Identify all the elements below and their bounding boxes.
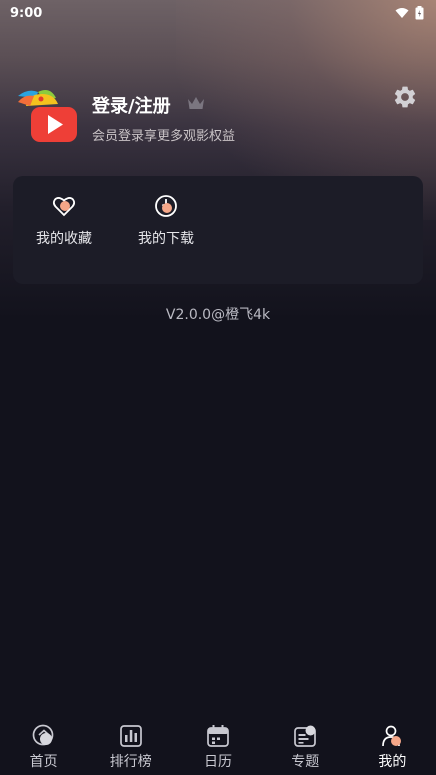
chart-icon	[119, 725, 142, 747]
version-text: V2.0.0@橙飞4k	[165, 307, 271, 323]
login-register-title[interactable]: 登录/注册	[92, 92, 171, 118]
avatar-logo[interactable]	[14, 82, 78, 144]
topic-icon	[294, 725, 317, 747]
my-favorites-button[interactable]: 我的收藏	[27, 194, 101, 254]
gear-icon[interactable]	[392, 84, 418, 110]
status-bar: 9:00	[0, 0, 436, 26]
profile-icon	[382, 725, 402, 747]
tab-home-label: 首页	[29, 754, 58, 770]
wifi-icon	[395, 8, 409, 18]
calendar-icon	[207, 725, 229, 747]
tab-topics-label: 专题	[291, 754, 320, 770]
profile-header[interactable]: 登录/注册 会员登录享更多观影权益	[14, 82, 424, 148]
status-icons	[395, 6, 424, 20]
tab-mine-label: 我的	[378, 754, 407, 770]
login-subtitle: 会员登录享更多观影权益	[92, 129, 236, 144]
quick-actions-card: 我的收藏 我的下载	[13, 176, 423, 284]
battery-icon	[415, 6, 424, 20]
tab-ranking[interactable]: 排行榜	[87, 718, 174, 775]
tab-topics[interactable]: 专题	[262, 718, 349, 775]
tab-calendar-label: 日历	[204, 754, 232, 770]
my-downloads-button[interactable]: 我的下载	[129, 194, 203, 254]
status-time: 9:00	[10, 5, 43, 21]
download-icon	[155, 195, 177, 217]
tab-mine[interactable]: 我的	[349, 718, 436, 775]
tab-ranking-label: 排行榜	[109, 754, 152, 770]
home-icon	[32, 724, 53, 746]
tab-calendar[interactable]: 日历	[174, 718, 261, 775]
crown-icon	[188, 97, 204, 109]
heart-icon	[52, 197, 76, 217]
bottom-tab-bar: 首页 排行榜 日历 专题 我的	[0, 718, 436, 775]
my-downloads-label: 我的下载	[138, 231, 194, 247]
my-favorites-label: 我的收藏	[36, 231, 92, 247]
tab-home[interactable]: 首页	[0, 718, 87, 775]
